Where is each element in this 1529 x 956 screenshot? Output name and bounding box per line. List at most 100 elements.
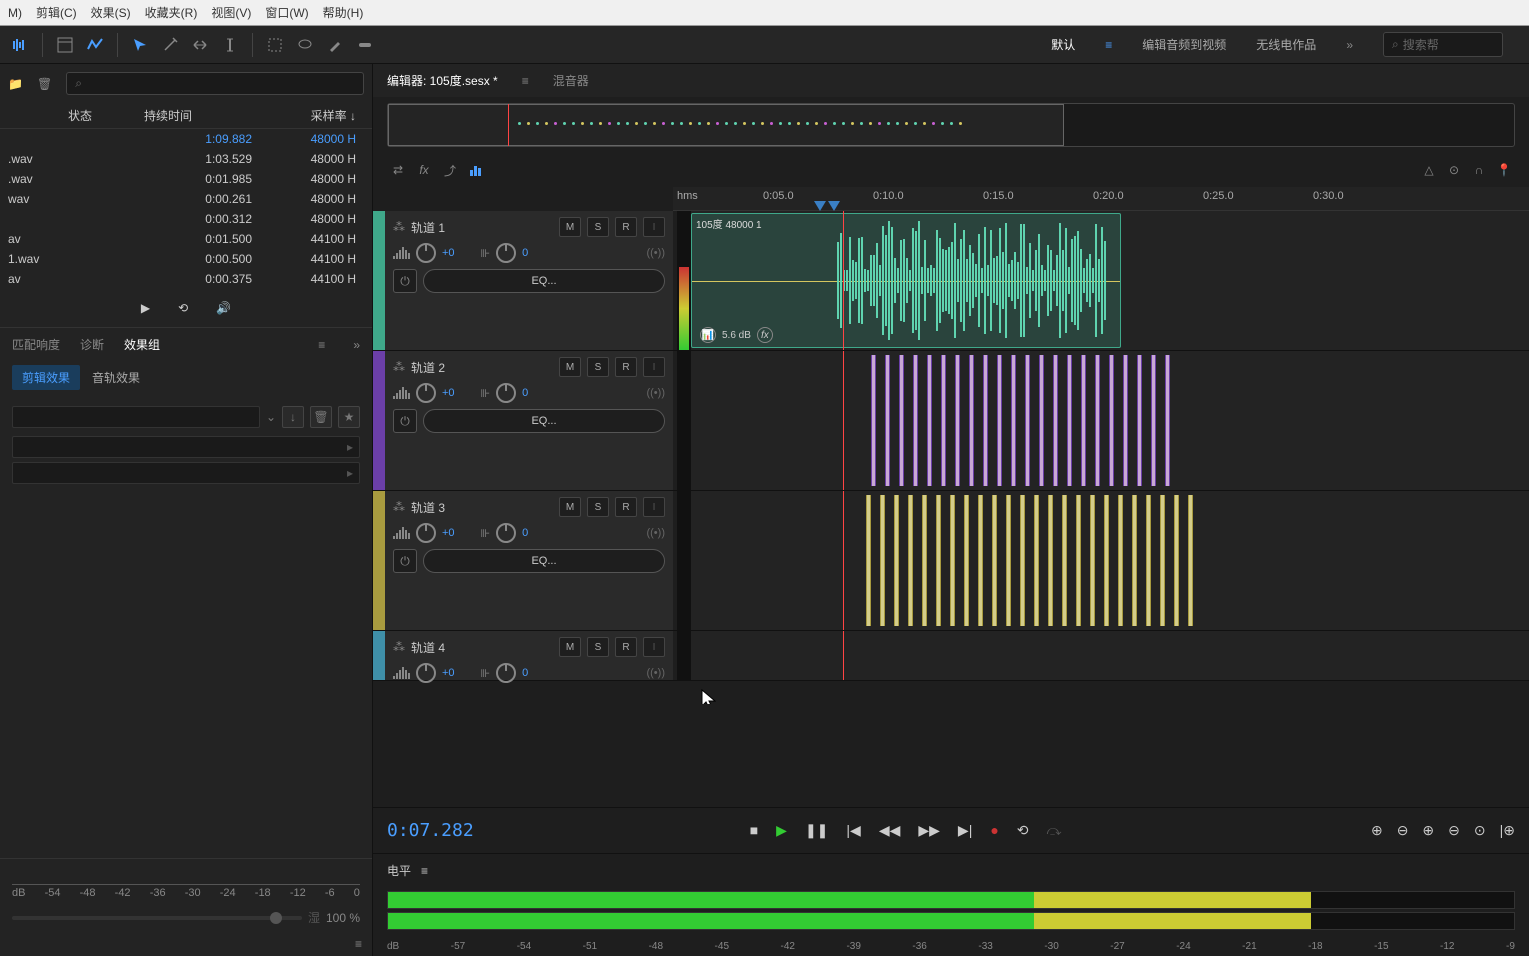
solo-button[interactable]: S [587, 217, 609, 237]
file-row[interactable]: 1:09.88248000 H [0, 129, 372, 149]
favorite-icon[interactable]: ★ [338, 406, 360, 428]
track-content[interactable] [691, 631, 1529, 680]
subtab-track-effects[interactable]: 音轨效果 [82, 365, 150, 390]
rewind-button[interactable]: ◀◀ [879, 822, 901, 839]
mini-autoplay-icon[interactable]: 🔊 [216, 301, 231, 315]
subtab-clip-effects[interactable]: 剪辑效果 [12, 365, 80, 390]
file-row[interactable]: wav0:00.26148000 H [0, 189, 372, 209]
file-row[interactable]: .wav0:01.98548000 H [0, 169, 372, 189]
pan-knob[interactable] [496, 663, 516, 683]
track-content[interactable] [691, 491, 1529, 630]
pan-knob[interactable] [496, 523, 516, 543]
pan-knob[interactable] [496, 383, 516, 403]
playhead[interactable] [843, 211, 844, 350]
waveform-view-icon[interactable] [6, 31, 34, 59]
input-monitor-button[interactable]: I [643, 637, 665, 657]
tab-editor[interactable]: 编辑器: 105度.sesx * [387, 72, 498, 89]
arm-button[interactable]: R [615, 497, 637, 517]
mute-button[interactable]: M [559, 497, 581, 517]
playhead[interactable] [843, 351, 844, 490]
playhead[interactable] [843, 491, 844, 630]
next-button[interactable]: ▶| [958, 822, 972, 839]
workspace-edit-audio[interactable]: 编辑音频到视频 [1142, 36, 1226, 53]
slip-tool-icon[interactable] [186, 31, 214, 59]
track-name[interactable]: 轨道 4 [411, 639, 553, 656]
volume-knob[interactable] [416, 383, 436, 403]
time-tool-icon[interactable] [216, 31, 244, 59]
move-tool-icon[interactable] [126, 31, 154, 59]
arm-button[interactable]: R [615, 637, 637, 657]
workspace-menu-icon[interactable]: ≡ [1105, 38, 1112, 52]
panel-menu-icon[interactable]: ≡ [318, 338, 325, 352]
mute-button[interactable]: M [559, 217, 581, 237]
solo-button[interactable]: S [587, 357, 609, 377]
mini-play-icon[interactable]: ▶ [141, 301, 150, 315]
arm-button[interactable]: R [615, 357, 637, 377]
playhead[interactable] [843, 631, 844, 680]
arm-button[interactable]: R [615, 217, 637, 237]
effect-slot-2[interactable]: ▸ [12, 462, 360, 484]
col-status[interactable]: 状态 [8, 107, 100, 124]
input-monitor-button[interactable]: I [643, 357, 665, 377]
zoom-fit-icon[interactable]: ⊙ [1474, 822, 1486, 839]
timecode-display[interactable]: 0:07.282 [387, 820, 474, 841]
wet-slider[interactable] [12, 916, 302, 920]
menu-help[interactable]: 帮助(H) [323, 4, 364, 21]
send-icon[interactable]: ⤴ [439, 159, 461, 181]
save-preset-icon[interactable]: ↓ [282, 406, 304, 428]
tab-match-loudness[interactable]: 匹配响度 [12, 336, 60, 353]
workspace-radio[interactable]: 无线电作品 [1256, 36, 1316, 53]
prev-button[interactable]: |◀ [846, 822, 860, 839]
tab-effects-rack[interactable]: 效果组 [124, 336, 160, 353]
file-row[interactable]: .wav1:03.52948000 H [0, 149, 372, 169]
forward-button[interactable]: ▶▶ [918, 822, 940, 839]
track-power-button[interactable]: ⏻ [393, 409, 417, 433]
heal-tool-icon[interactable] [351, 31, 379, 59]
volume-knob[interactable] [416, 243, 436, 263]
menu-view[interactable]: 视图(V) [211, 4, 251, 21]
menu-clip[interactable]: 剪辑(C) [36, 4, 77, 21]
record-button[interactable]: ● [990, 822, 998, 839]
zoom-out-v-icon[interactable]: ⊖ [1448, 822, 1460, 839]
menu-m[interactable]: M) [8, 6, 22, 20]
import-icon[interactable]: 📁 [8, 77, 23, 91]
zoom-in-icon[interactable]: ⊕ [1371, 822, 1383, 839]
volume-knob[interactable] [416, 523, 436, 543]
menu-window[interactable]: 窗口(W) [265, 4, 308, 21]
in-out-markers[interactable] [813, 201, 841, 211]
effect-slot-1[interactable]: ▸ [12, 436, 360, 458]
spectral-view-icon[interactable] [51, 31, 79, 59]
fx-icon[interactable]: fx [413, 159, 435, 181]
eq-icon[interactable] [465, 159, 487, 181]
metronome-icon[interactable]: △ [1418, 159, 1440, 181]
panel-more-icon[interactable]: » [353, 338, 360, 352]
eq-button[interactable]: EQ... [423, 549, 665, 573]
loop-button[interactable]: ⟲ [1017, 822, 1029, 839]
pause-button[interactable]: ❚❚ [805, 822, 828, 839]
track-name[interactable]: 轨道 3 [411, 499, 553, 516]
stop-button[interactable]: ■ [750, 822, 758, 839]
magnet-icon[interactable]: ∩ [1468, 159, 1490, 181]
track-power-button[interactable]: ⏻ [393, 269, 417, 293]
solo-button[interactable]: S [587, 637, 609, 657]
mute-button[interactable]: M [559, 357, 581, 377]
lasso-tool-icon[interactable] [291, 31, 319, 59]
brush-tool-icon[interactable] [321, 31, 349, 59]
mini-loop-icon[interactable]: ⟲ [178, 301, 188, 315]
search-input[interactable]: ⌕ 搜索帮 [1383, 32, 1503, 57]
play-button[interactable]: ▶ [776, 822, 787, 839]
pan-knob[interactable] [496, 243, 516, 263]
panel-drag-icon[interactable]: ≡ [355, 937, 362, 951]
file-row[interactable]: 0:00.31248000 H [0, 209, 372, 229]
delete-icon[interactable]: 🗑 [37, 77, 52, 91]
menu-favorites[interactable]: 收藏夹(R) [145, 4, 198, 21]
preset-dropdown[interactable] [12, 406, 260, 428]
track-name[interactable]: 轨道 2 [411, 359, 553, 376]
marker-icon[interactable]: 📍 [1493, 159, 1515, 181]
pitch-view-icon[interactable] [81, 31, 109, 59]
file-row[interactable]: av0:01.50044100 H [0, 229, 372, 249]
col-duration[interactable]: 持续时间 [100, 107, 200, 124]
col-rate[interactable]: 采样率 ↓ [200, 107, 364, 124]
marquee-tool-icon[interactable] [261, 31, 289, 59]
snap-icon[interactable]: ⊙ [1443, 159, 1465, 181]
